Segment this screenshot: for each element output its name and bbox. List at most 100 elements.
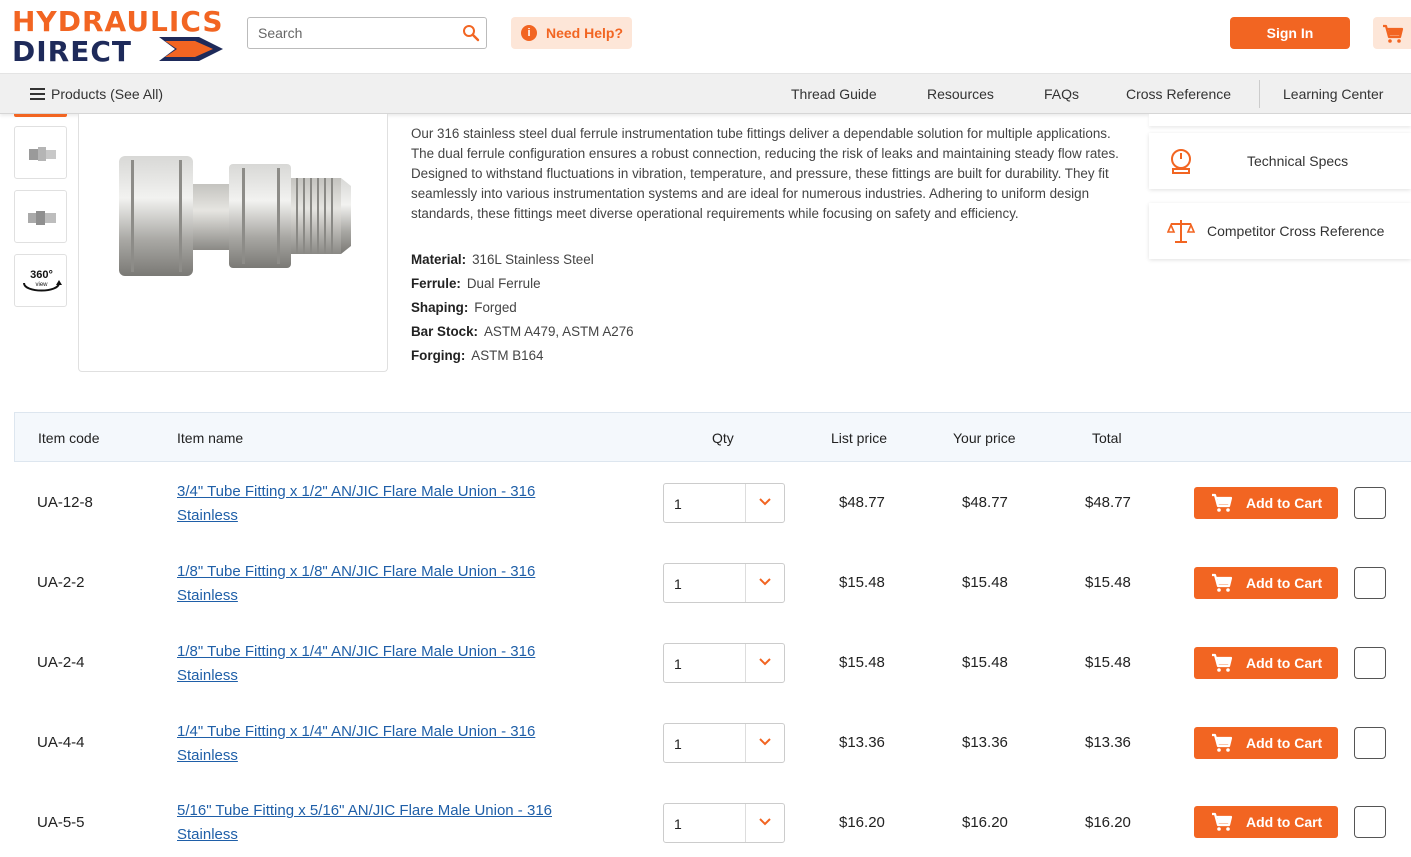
item-name-link[interactable]: 3/4" Tube Fitting x 1/2" AN/JIC Flare Ma… [177, 480, 607, 528]
list-price: $15.48 [839, 574, 885, 591]
cart-icon [1212, 573, 1233, 592]
product-360-view-thumbnail[interactable]: 360° view [14, 254, 67, 307]
main-nav: Products (See All) Thread Guide Resource… [0, 74, 1411, 114]
need-help-button[interactable]: i Need Help? [511, 17, 632, 49]
qty-value: 1 [674, 576, 682, 592]
view-360-icon: 360° view [23, 269, 62, 292]
qty-value: 1 [674, 816, 682, 832]
cart-icon [1212, 493, 1233, 512]
nav-divider [1259, 80, 1260, 108]
chevron-down-icon [759, 818, 771, 826]
site-header: HYDRAULICS DIRECT i Need Help? Sign In [0, 0, 1411, 74]
cart-icon [1212, 812, 1233, 831]
logo-arrow-icon [159, 37, 223, 61]
header-qty: Qty [712, 430, 734, 446]
nav-link-faqs[interactable]: FAQs [1044, 86, 1079, 102]
spec-label: Ferrule: [411, 276, 461, 291]
total-price: $13.36 [1085, 734, 1131, 751]
search-box[interactable] [247, 17, 487, 49]
header-item-code: Item code [38, 430, 100, 446]
spec-shaping: Shaping: Forged [411, 300, 517, 315]
spec-label: Shaping: [411, 300, 469, 315]
search-icon[interactable] [462, 24, 480, 42]
products-menu-label: Products (See All) [51, 86, 164, 102]
your-price: $15.48 [962, 574, 1008, 591]
add-to-cart-button[interactable]: Add to Cart [1194, 806, 1338, 838]
total-price: $15.48 [1085, 574, 1131, 591]
add-to-cart-button[interactable]: Add to Cart [1194, 487, 1338, 519]
qty-value: 1 [674, 496, 682, 512]
product-thumbnail-2[interactable] [14, 126, 67, 179]
nav-link-learning-center[interactable]: Learning Center [1283, 86, 1383, 102]
list-price: $48.77 [839, 494, 885, 511]
qty-select[interactable]: 1 [663, 643, 785, 683]
spec-bar-stock: Bar Stock: ASTM A479, ASTM A276 [411, 324, 634, 339]
spec-value: 316L Stainless Steel [472, 252, 594, 267]
spec-label: Material: [411, 252, 467, 267]
logo-text-direct: DIRECT [12, 35, 132, 68]
row-select-checkbox[interactable] [1354, 567, 1386, 599]
fitting-thumbnail-image [28, 211, 56, 225]
add-to-cart-button[interactable]: Add to Cart [1194, 647, 1338, 679]
chevron-down-icon [759, 738, 771, 746]
competitor-cross-reference-panel[interactable]: Competitor Cross Reference [1149, 203, 1411, 259]
your-price: $15.48 [962, 654, 1008, 671]
cart-icon [1212, 733, 1233, 752]
table-row: UA-2-4 1/8" Tube Fitting x 1/4" AN/JIC F… [14, 622, 1411, 702]
chevron-down-icon [759, 578, 771, 586]
qty-select[interactable]: 1 [663, 803, 785, 843]
sign-in-button[interactable]: Sign In [1230, 17, 1350, 49]
chevron-down-icon [759, 658, 771, 666]
fitting-thumbnail-image [29, 147, 56, 161]
row-select-checkbox[interactable] [1354, 487, 1386, 519]
table-row: UA-12-8 3/4" Tube Fitting x 1/2" AN/JIC … [14, 462, 1411, 542]
qty-select[interactable]: 1 [663, 563, 785, 603]
row-select-checkbox[interactable] [1354, 727, 1386, 759]
nav-link-thread-guide[interactable]: Thread Guide [791, 86, 877, 102]
add-to-cart-label: Add to Cart [1246, 575, 1323, 591]
site-logo[interactable]: HYDRAULICS DIRECT [12, 5, 232, 68]
spec-material: Material: 316L Stainless Steel [411, 252, 594, 267]
gauge-icon [1171, 149, 1191, 174]
item-name-link[interactable]: 1/8" Tube Fitting x 1/8" AN/JIC Flare Ma… [177, 560, 607, 608]
spec-ferrule: Ferrule: Dual Ferrule [411, 276, 541, 291]
thumbnail-active-indicator [14, 114, 67, 117]
item-name-link[interactable]: 5/16" Tube Fitting x 5/16" AN/JIC Flare … [177, 799, 607, 847]
table-row: UA-2-2 1/8" Tube Fitting x 1/8" AN/JIC F… [14, 542, 1411, 622]
add-to-cart-label: Add to Cart [1246, 735, 1323, 751]
spec-value: Forged [474, 300, 517, 315]
qty-select[interactable]: 1 [663, 723, 785, 763]
item-code: UA-5-5 [37, 814, 85, 831]
row-select-checkbox[interactable] [1354, 806, 1386, 838]
list-price: $15.48 [839, 654, 885, 671]
product-thumbnail-3[interactable] [14, 190, 67, 243]
product-description: Our 316 stainless steel dual ferrule ins… [411, 126, 1119, 221]
nav-link-resources[interactable]: Resources [927, 86, 994, 102]
qty-select[interactable]: 1 [663, 483, 785, 523]
cart-button[interactable] [1373, 17, 1411, 49]
add-to-cart-label: Add to Cart [1246, 495, 1323, 511]
product-main-image[interactable] [78, 114, 388, 372]
total-price: $48.77 [1085, 494, 1131, 511]
header-item-name: Item name [177, 430, 244, 446]
header-total: Total [1092, 430, 1122, 446]
side-panel-partial [1149, 114, 1411, 126]
header-your-price: Your price [953, 430, 1016, 446]
add-to-cart-label: Add to Cart [1246, 814, 1323, 830]
item-name-link[interactable]: 1/4" Tube Fitting x 1/4" AN/JIC Flare Ma… [177, 720, 607, 768]
add-to-cart-button[interactable]: Add to Cart [1194, 567, 1338, 599]
info-icon: i [521, 25, 537, 41]
add-to-cart-label: Add to Cart [1246, 655, 1323, 671]
need-help-label: Need Help? [546, 25, 624, 41]
search-input[interactable] [248, 18, 458, 48]
tube-fitting-image [119, 156, 351, 276]
technical-specs-label: Technical Specs [1247, 153, 1349, 169]
technical-specs-panel[interactable]: Technical Specs [1149, 133, 1411, 189]
nav-link-cross-reference[interactable]: Cross Reference [1126, 86, 1231, 102]
row-select-checkbox[interactable] [1354, 647, 1386, 679]
items-table-header: Item code Item name Qty List price Your … [14, 412, 1411, 462]
cart-icon [1383, 24, 1404, 43]
add-to-cart-button[interactable]: Add to Cart [1194, 727, 1338, 759]
qty-value: 1 [674, 736, 682, 752]
item-name-link[interactable]: 1/8" Tube Fitting x 1/4" AN/JIC Flare Ma… [177, 640, 607, 688]
